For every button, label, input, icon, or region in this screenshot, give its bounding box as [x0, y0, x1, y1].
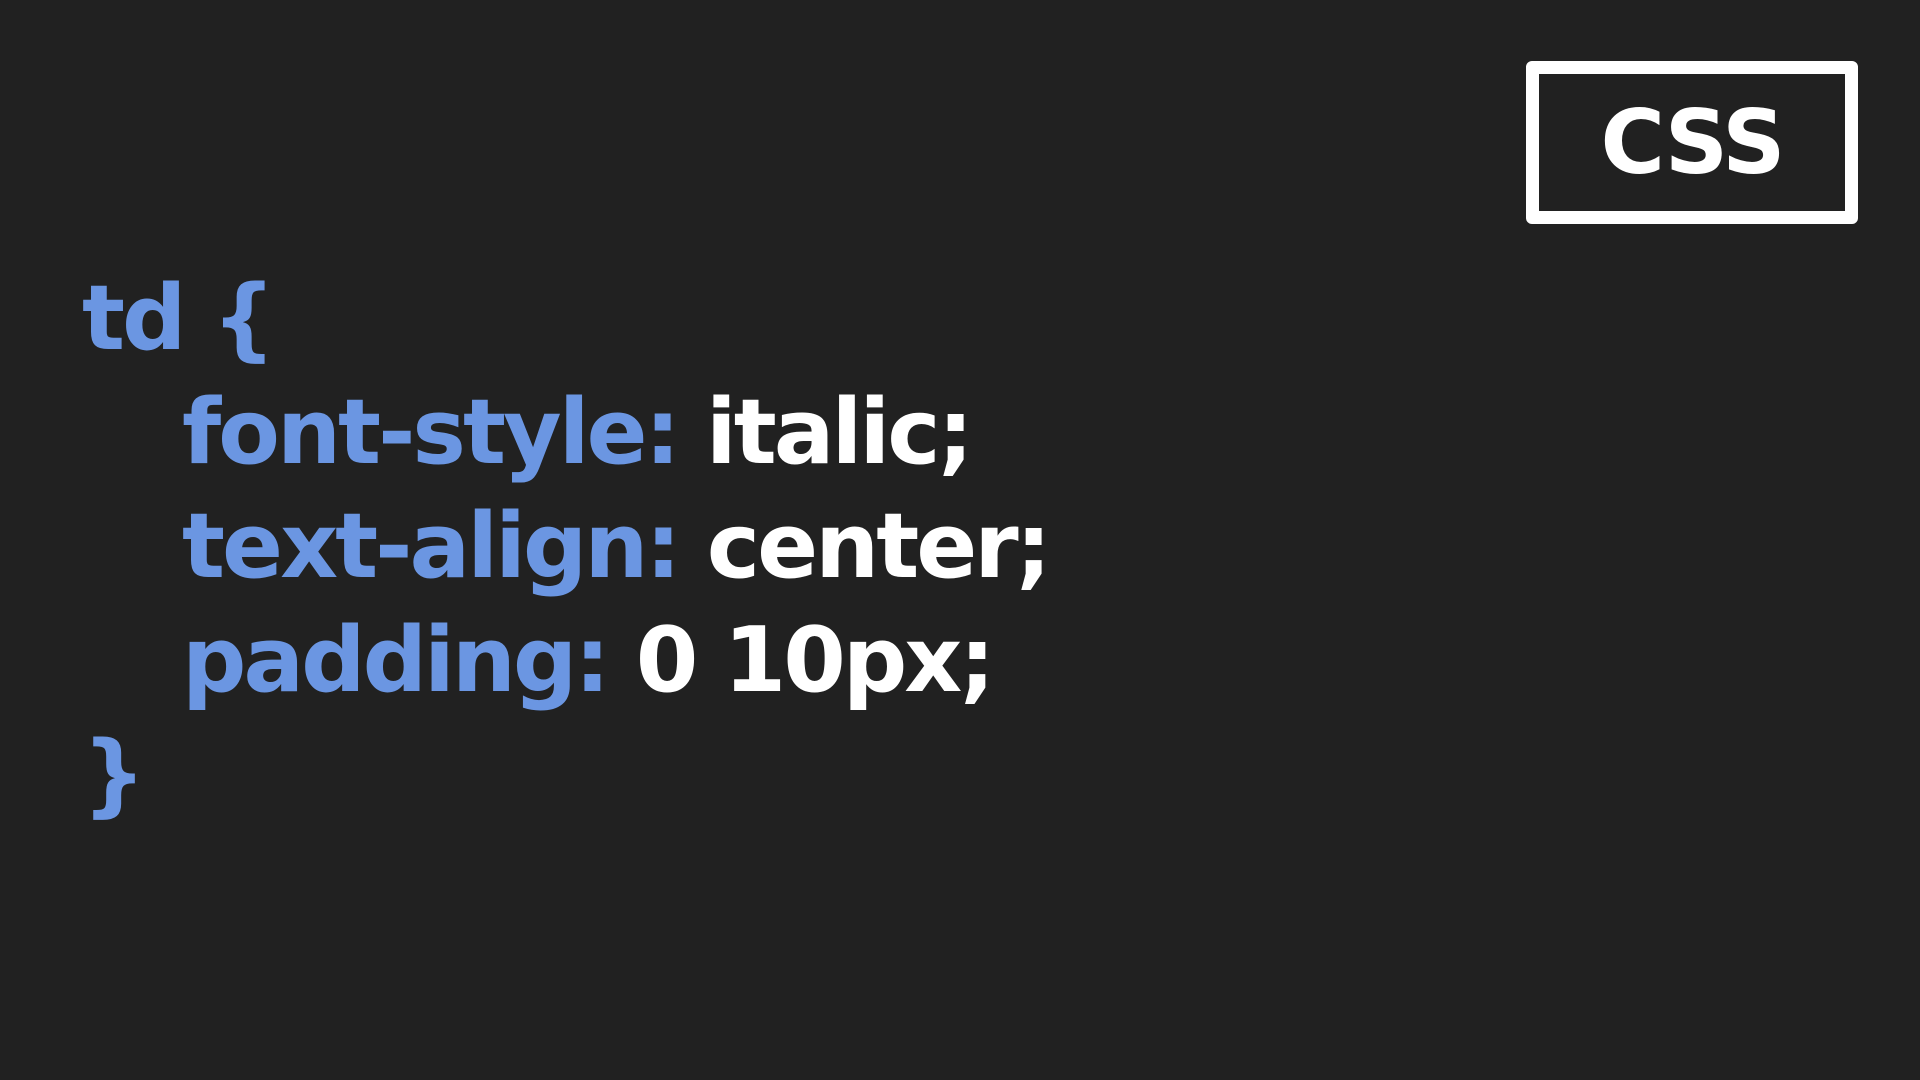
language-badge: CSS [1526, 61, 1858, 224]
css-property: font-style: [182, 380, 681, 485]
slide: CSS td { font-style: italic; text-align:… [0, 0, 1920, 1080]
code-line-declaration: padding: 0 10px; [82, 604, 1282, 718]
code-line-declaration: text-align: center; [82, 490, 1282, 604]
css-value: italic; [705, 380, 974, 485]
code-line-selector: td { [82, 262, 1282, 376]
css-value: 0 10px; [635, 608, 996, 713]
css-property: text-align: [182, 494, 681, 599]
open-brace: { [211, 266, 276, 371]
css-property: padding: [182, 608, 610, 713]
close-brace: } [82, 722, 146, 827]
language-badge-label: CSS [1600, 90, 1785, 194]
code-line-declaration: font-style: italic; [82, 376, 1282, 490]
css-selector: td [82, 266, 186, 371]
code-block: td { font-style: italic; text-align: cen… [82, 262, 1282, 832]
code-line-close: } [82, 718, 1282, 832]
css-value: center; [706, 494, 1052, 599]
